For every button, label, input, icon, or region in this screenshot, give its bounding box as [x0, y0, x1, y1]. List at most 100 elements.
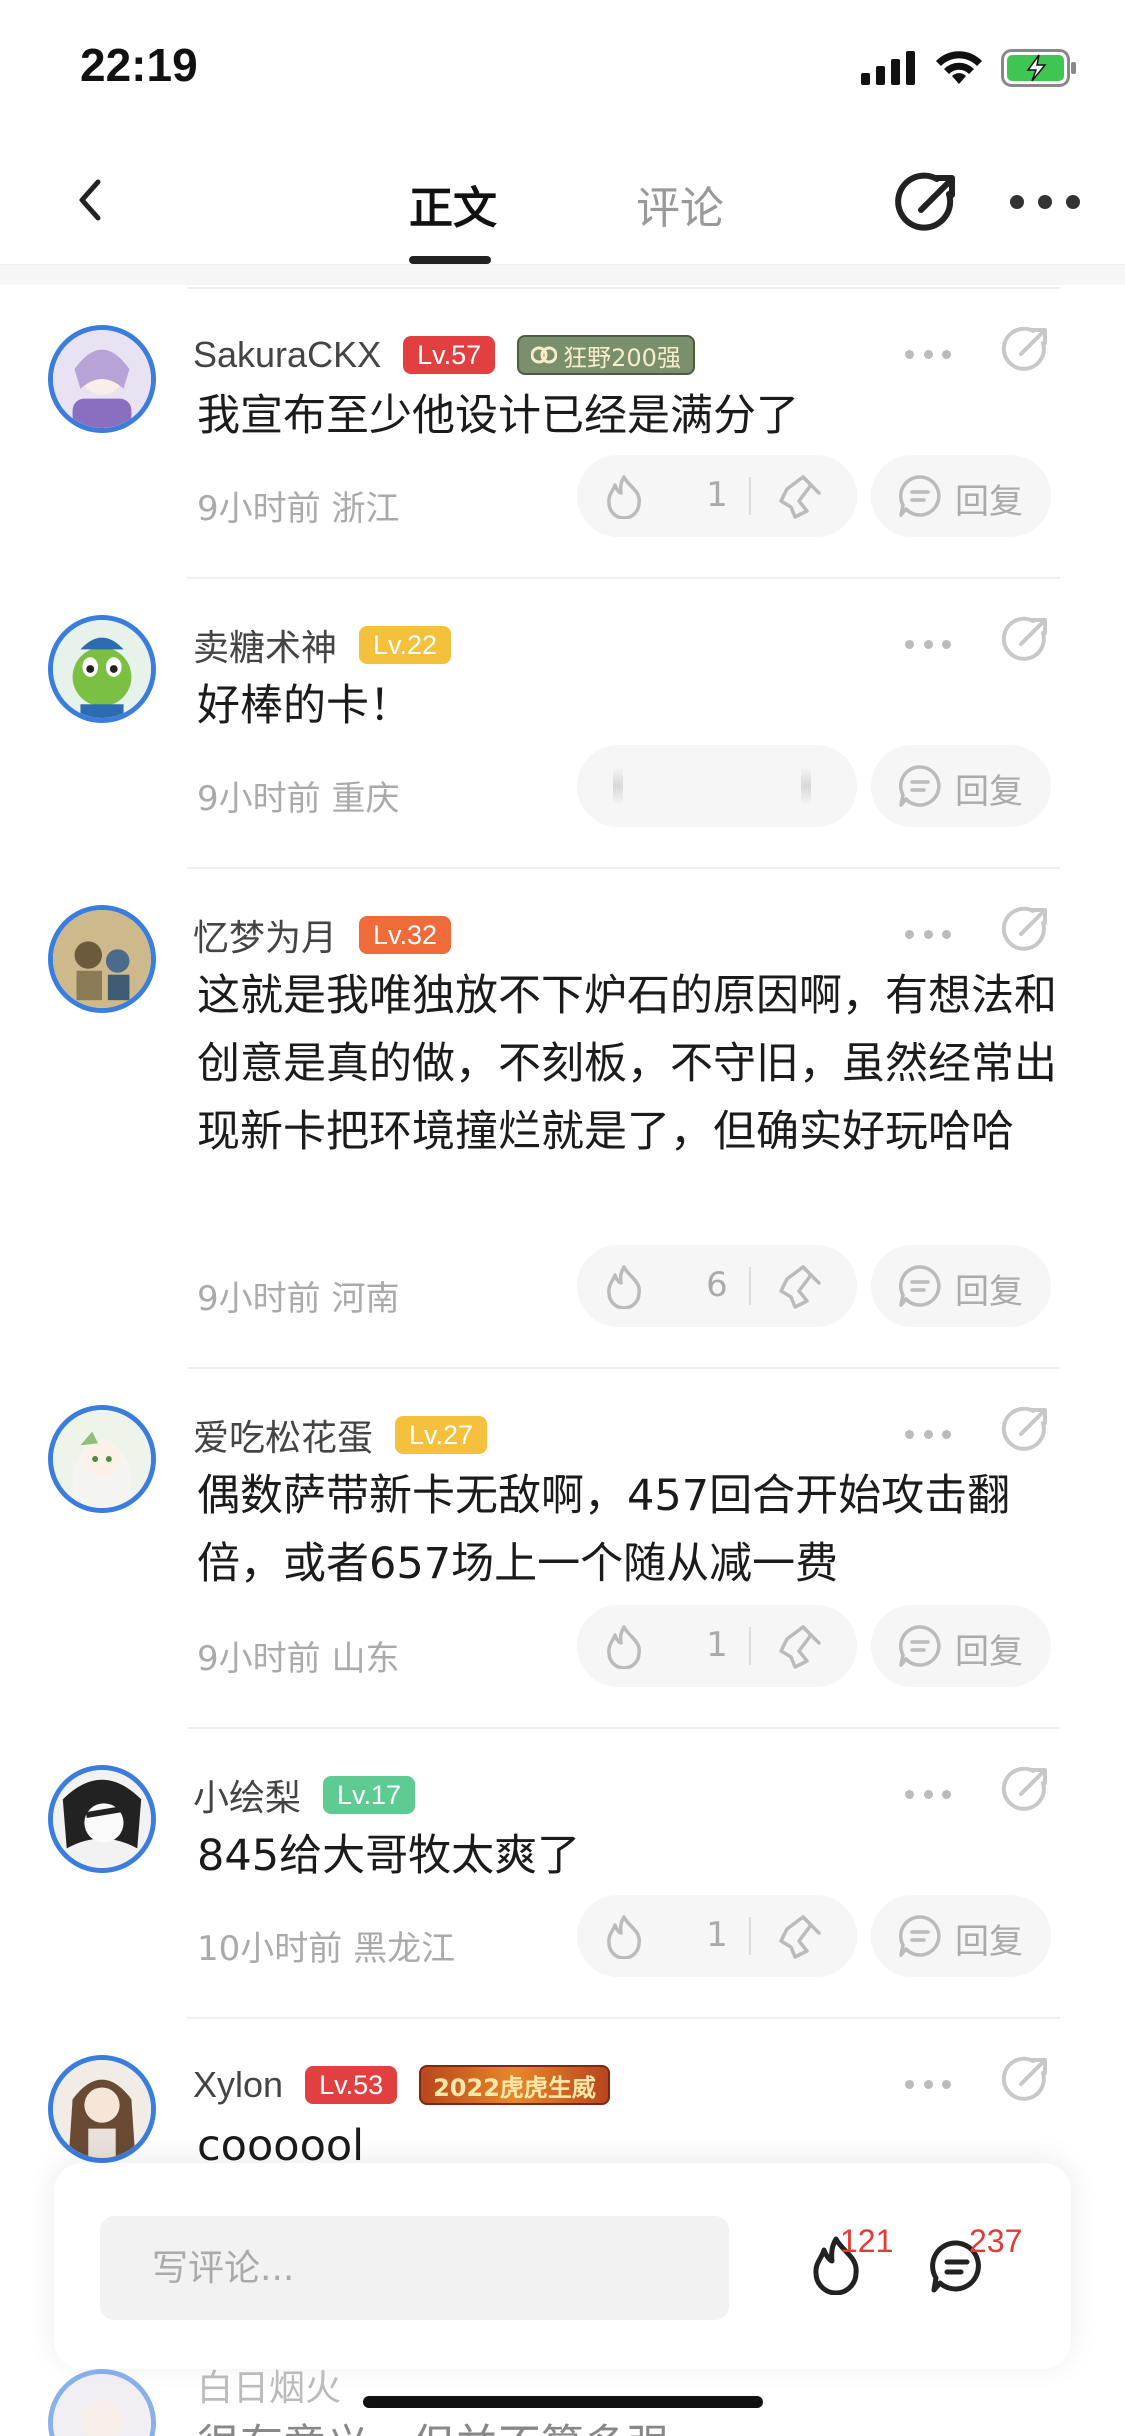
fire-like-icon[interactable] — [601, 473, 647, 519]
reply-icon — [898, 475, 941, 517]
share-button[interactable] — [895, 170, 961, 236]
comment-share-icon[interactable] — [1000, 2055, 1050, 2105]
dislike-icon[interactable] — [777, 1911, 827, 1961]
username[interactable]: Xylon — [193, 2064, 283, 2106]
like-count: 6 — [706, 1265, 728, 1305]
loading-bar — [613, 767, 623, 805]
level-badge: Lv.57 — [403, 336, 496, 374]
home-indicator — [363, 2396, 763, 2408]
dot-icon — [923, 350, 933, 359]
avatar[interactable] — [48, 905, 156, 1013]
separator — [749, 1627, 751, 1665]
reply-label: 回复 — [955, 1272, 1023, 1312]
dot-icon — [905, 1430, 914, 1439]
dislike-icon[interactable] — [777, 1621, 827, 1671]
user-row: 小绘梨 Lv.17 — [193, 1769, 416, 1821]
chevron-left-icon — [79, 179, 101, 221]
comment-more-button[interactable] — [905, 1430, 951, 1442]
reply-button[interactable]: 回复 — [871, 455, 1051, 537]
comment-meta: 9小时前 山东 — [197, 1639, 400, 1679]
user-row: 忆梦为月 Lv.32 — [193, 909, 452, 961]
battery-charging-icon — [1001, 49, 1076, 87]
comment-share-icon[interactable] — [1000, 1765, 1050, 1815]
comment-more-button[interactable] — [905, 640, 951, 652]
honor-badge-label: 狂野200强 — [563, 343, 681, 372]
divider — [187, 2017, 1060, 2019]
fire-like-icon[interactable] — [601, 1263, 647, 1309]
comment-text: 我宣布至少他设计已经是满分了 — [197, 391, 799, 441]
comment-text: 这就是我唯独放不下炉石的原因啊，有想法和创意是真的做，不刻板，不守旧，虽然经常出… — [197, 971, 1057, 1157]
status-icons — [861, 48, 1077, 88]
total-comment-count: 237 — [969, 2223, 1023, 2259]
comment-meta: 9小时前 重庆 — [197, 779, 400, 819]
dot-icon — [942, 2080, 951, 2089]
user-row: 卖糖术神 Lv.22 — [193, 619, 452, 671]
separator — [749, 477, 751, 515]
dot-icon — [942, 350, 951, 359]
divider — [187, 577, 1060, 579]
reply-button[interactable]: 回复 — [871, 745, 1051, 827]
honor-badge: 2022虎虎生威 — [419, 2065, 610, 2105]
dot-icon — [905, 350, 914, 359]
level-badge: Lv.22 — [359, 626, 452, 664]
dislike-icon[interactable] — [777, 471, 827, 521]
reply-button[interactable]: 回复 — [871, 1605, 1051, 1687]
tab-article[interactable]: 正文 — [409, 172, 497, 236]
reply-icon — [898, 765, 941, 807]
user-row: 爱吃松花蛋 Lv.27 — [193, 1409, 488, 1461]
username[interactable]: 卖糖术神 — [193, 619, 337, 671]
comment-meta: 9小时前 河南 — [197, 1279, 400, 1319]
status-bar: 22:19 — [0, 0, 1125, 140]
username[interactable]: 忆梦为月 — [193, 909, 337, 961]
dot-icon — [905, 1790, 914, 1799]
reply-icon — [898, 1265, 941, 1307]
reply-button[interactable]: 回复 — [871, 1895, 1051, 1977]
comment-more-button[interactable] — [905, 350, 951, 362]
total-like-count: 121 — [840, 2223, 894, 2259]
comment-share-icon[interactable] — [1000, 325, 1050, 375]
comment-more-button[interactable] — [905, 930, 951, 942]
fire-like-icon[interactable] — [601, 1913, 647, 1959]
comment-text: 845给大哥牧太爽了 — [197, 1831, 581, 1881]
comment-share-icon[interactable] — [1000, 905, 1050, 955]
fire-like-icon[interactable] — [601, 1623, 647, 1669]
avatar[interactable] — [48, 1765, 156, 1873]
section-band — [0, 265, 1125, 285]
divider — [187, 867, 1060, 869]
username[interactable]: 爱吃松花蛋 — [193, 1409, 373, 1461]
reply-label: 回复 — [955, 1632, 1023, 1672]
comment-input[interactable] — [100, 2216, 729, 2320]
dot-icon — [942, 930, 951, 939]
comment-composer-bar: 121 237 — [54, 2163, 1071, 2369]
username[interactable]: SakuraCKX — [193, 334, 381, 376]
reply-label: 回复 — [955, 1922, 1023, 1962]
dot-icon — [923, 1790, 933, 1799]
like-count: 1 — [706, 475, 728, 515]
dot-icon — [923, 1430, 933, 1439]
dot-icon — [905, 640, 914, 649]
reaction-pill: 6 — [577, 1245, 857, 1327]
dislike-icon[interactable] — [777, 1261, 827, 1311]
reply-button[interactable]: 回复 — [871, 1245, 1051, 1327]
cellular-signal-icon — [861, 51, 915, 85]
more-options-button[interactable] — [1010, 192, 1080, 212]
avatar[interactable] — [48, 325, 156, 433]
separator — [749, 1917, 751, 1955]
reaction-pill: 1 — [577, 1895, 857, 1977]
reaction-pill: 1 — [577, 1605, 857, 1687]
avatar[interactable] — [48, 1405, 156, 1513]
comment-share-icon[interactable] — [1000, 1405, 1050, 1455]
reply-label: 回复 — [955, 772, 1023, 812]
dot-icon — [905, 2080, 914, 2089]
back-button[interactable] — [60, 170, 120, 230]
comment-more-button[interactable] — [905, 2080, 951, 2092]
username[interactable]: 小绘梨 — [193, 1769, 301, 1821]
avatar[interactable] — [48, 615, 156, 723]
comment-text: 很有意义，但并不算多强 — [197, 2411, 670, 2436]
avatar[interactable] — [48, 2055, 156, 2163]
nav-bar: 正文 评论 — [0, 140, 1125, 265]
comment-more-button[interactable] — [905, 1790, 951, 1802]
tab-comments[interactable]: 评论 — [636, 172, 724, 236]
honor-badge-label: 2022虎虎生威 — [433, 2073, 596, 2102]
comment-share-icon[interactable] — [1000, 615, 1050, 665]
